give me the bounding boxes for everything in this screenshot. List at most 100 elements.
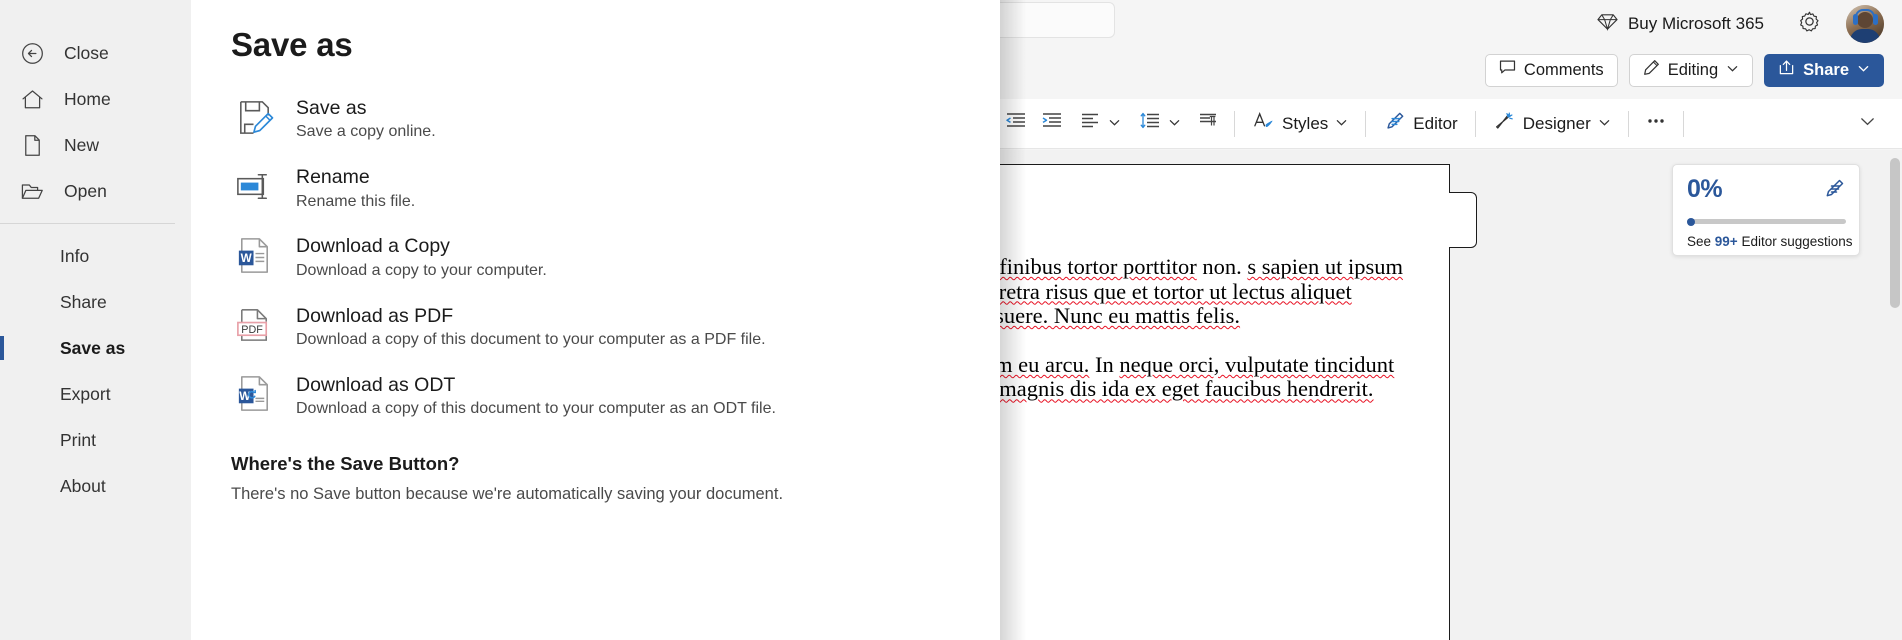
editor-pen-icon — [1822, 177, 1846, 206]
avatar-headband — [1855, 9, 1875, 17]
option-download-as-odt[interactable]: W Download as ODT Download a copy of thi… — [191, 360, 1000, 429]
share-button[interactable]: Share — [1764, 53, 1884, 87]
sidebar-item-label: About — [60, 475, 106, 496]
ribbon-divider — [1627, 110, 1629, 137]
designer-button[interactable]: Designer — [1484, 105, 1620, 143]
editing-label: Editing — [1667, 60, 1719, 79]
avatar-shirt — [1850, 29, 1880, 43]
share-label: Share — [1803, 60, 1849, 79]
document-action-bar: Comments Editing Share — [1484, 52, 1884, 88]
editor-label: Editor — [1413, 113, 1458, 133]
back-arrow-circle-icon — [18, 39, 46, 67]
vertical-scrollbar[interactable] — [1888, 150, 1902, 640]
sidebar-item-label: Open — [64, 180, 107, 201]
increase-indent-icon — [1041, 110, 1063, 137]
collapse-ribbon-button[interactable] — [1852, 109, 1882, 139]
editor-link-prefix: See — [1687, 234, 1715, 249]
designer-label: Designer — [1522, 113, 1591, 133]
sidebar-item-print[interactable]: Print — [0, 417, 191, 463]
avatar-headphone-left — [1853, 14, 1858, 25]
option-download-a-copy[interactable]: W Download a Copy Download a copy to you… — [191, 221, 1000, 290]
option-title: Download as PDF — [296, 304, 454, 327]
sidebar-item-label: Export — [60, 383, 111, 404]
editor-button[interactable]: Editor — [1374, 105, 1466, 143]
save-button-info-section: Where's the Save Button? There's no Save… — [191, 429, 1000, 504]
backstage-navigation: Close Home New Open Info Share Save as E… — [0, 0, 191, 640]
pdf-document-icon: PDF — [231, 302, 277, 348]
scrollbar-thumb[interactable] — [1890, 158, 1900, 308]
page-side-handle[interactable] — [1449, 192, 1477, 248]
svg-text:W: W — [240, 252, 252, 265]
sidebar-item-label: New — [64, 134, 100, 155]
sidebar-item-home[interactable]: Home — [0, 76, 191, 122]
word-document-icon: W — [231, 232, 277, 278]
editor-suggestions-link[interactable]: See 99+ Editor suggestions — [1687, 234, 1853, 249]
sidebar-item-label: Share — [60, 291, 107, 312]
section-body: There's no Save button because we're aut… — [231, 484, 784, 503]
editor-pen-icon — [1383, 110, 1406, 138]
styles-button[interactable]: Styles — [1243, 105, 1357, 143]
settings-button[interactable] — [1792, 7, 1826, 41]
option-title: Download as ODT — [296, 373, 456, 396]
editor-link-count: 99+ — [1714, 234, 1738, 249]
app-window: Buy Microsoft 365 Comments Editing Share… — [0, 0, 1902, 640]
option-download-as-pdf[interactable]: PDF Download as PDF Download a copy of t… — [191, 291, 1000, 360]
chevron-down-icon — [1859, 113, 1876, 135]
comment-bubble-icon — [1499, 59, 1516, 81]
increase-indent-button[interactable] — [1034, 105, 1070, 143]
sidebar-item-open[interactable]: Open — [0, 168, 191, 214]
avatar[interactable] — [1846, 5, 1884, 43]
styles-label: Styles — [1282, 113, 1329, 133]
odt-document-icon: W — [231, 371, 277, 417]
backstage-shadow — [1000, 0, 1026, 640]
pilcrow-icon — [1197, 110, 1219, 137]
option-title: Download a Copy — [296, 235, 450, 258]
option-title: Rename — [296, 166, 370, 189]
option-save-as[interactable]: Save as Save a copy online. — [191, 83, 1000, 152]
editor-score-progress-dot — [1687, 217, 1695, 226]
editor-score-progress — [1687, 217, 1846, 226]
rename-icon — [231, 163, 277, 209]
sidebar-item-label: Close — [64, 42, 109, 63]
sidebar-item-save-as[interactable]: Save as — [0, 325, 191, 371]
comments-button[interactable]: Comments — [1484, 53, 1618, 87]
sidebar-item-info[interactable]: Info — [0, 233, 191, 279]
option-subtitle: Rename this file. — [296, 192, 416, 210]
sidebar-item-label: Save as — [60, 337, 126, 358]
option-subtitle: Download a copy of this document to your… — [296, 400, 776, 418]
home-icon — [18, 85, 46, 113]
editor-score-card[interactable]: 0% See 99+ Editor suggestions — [1672, 164, 1860, 256]
sidebar-item-label: Info — [60, 245, 90, 266]
editing-mode-button[interactable]: Editing — [1628, 53, 1754, 87]
ribbon-divider — [1365, 110, 1367, 137]
diamond-icon — [1597, 11, 1618, 37]
option-subtitle: Download a copy of this document to your… — [296, 330, 766, 348]
ribbon-divider — [1474, 110, 1476, 137]
more-options-button[interactable] — [1637, 105, 1675, 143]
buy-microsoft-365-button[interactable]: Buy Microsoft 365 — [1589, 6, 1772, 42]
share-icon — [1778, 59, 1795, 81]
designer-wand-icon — [1493, 110, 1516, 138]
sidebar-item-close[interactable]: Close — [0, 30, 191, 76]
avatar-headphone-right — [1873, 14, 1878, 25]
pencil-icon — [1643, 59, 1660, 81]
line-spacing-button[interactable] — [1130, 105, 1190, 143]
option-subtitle: Save a copy online. — [296, 123, 436, 141]
sidebar-item-about[interactable]: About — [0, 463, 191, 509]
section-heading: Where's the Save Button? — [231, 452, 460, 474]
sidebar-divider — [0, 223, 175, 224]
alignment-button[interactable] — [1070, 105, 1130, 143]
sidebar-item-new[interactable]: New — [0, 122, 191, 168]
save-as-options-list: Save as Save a copy online. Rename Renam… — [191, 83, 1000, 429]
editor-score-percent: 0% — [1687, 175, 1723, 203]
sidebar-item-label: Home — [64, 88, 111, 109]
svg-text:PDF: PDF — [241, 324, 263, 336]
chevron-down-icon — [1726, 61, 1739, 80]
sidebar-item-export[interactable]: Export — [0, 371, 191, 417]
option-rename[interactable]: Rename Rename this file. — [191, 152, 1000, 221]
sidebar-item-share[interactable]: Share — [0, 279, 191, 325]
show-paragraph-marks-button[interactable] — [1190, 105, 1226, 143]
option-title: Save as — [296, 97, 367, 119]
option-subtitle: Download a copy to your computer. — [296, 261, 547, 279]
ribbon-divider — [1682, 110, 1684, 137]
